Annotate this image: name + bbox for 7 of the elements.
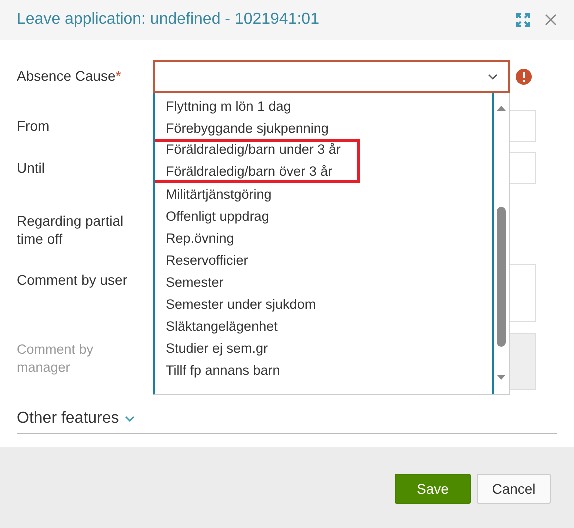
field-label: Comment by user bbox=[17, 271, 128, 289]
window-title: Leave application: undefined - 1021941:01 bbox=[17, 11, 320, 29]
field-label: Absence Cause* bbox=[17, 67, 122, 85]
field-label: Regarding partial time off bbox=[17, 212, 125, 248]
field-label: Until bbox=[17, 159, 46, 177]
field-label: Comment by manager bbox=[17, 341, 95, 377]
field-label: From bbox=[17, 117, 51, 135]
